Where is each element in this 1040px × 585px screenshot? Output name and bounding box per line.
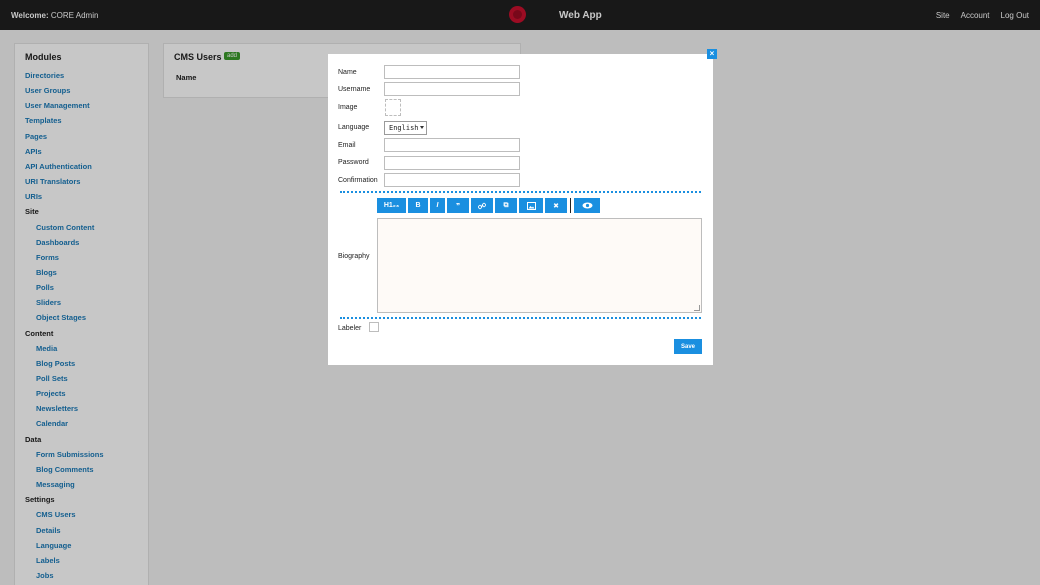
confirmation-input[interactable] [384, 173, 520, 187]
language-select[interactable]: English [384, 121, 427, 135]
eye-icon [582, 202, 592, 209]
quote-icon: ❞ [455, 202, 461, 210]
biography-textarea[interactable] [377, 218, 702, 313]
copy-button[interactable]: ⧉ [495, 198, 517, 213]
username-label: Username [338, 86, 371, 93]
name-input[interactable] [384, 65, 520, 79]
labeler-checkbox[interactable] [369, 322, 379, 332]
image-upload[interactable] [385, 99, 401, 116]
copy-icon: ⧉ [503, 201, 509, 209]
italic-button[interactable]: I [430, 198, 445, 213]
link-button[interactable] [471, 198, 493, 213]
clear-formatting-button[interactable]: ✖ [545, 198, 567, 213]
editor-bottom-divider [340, 317, 701, 319]
preview-button[interactable] [574, 198, 600, 213]
email-label: Email [338, 142, 356, 149]
username-input[interactable] [384, 82, 520, 96]
name-label: Name [338, 69, 357, 76]
bold-button[interactable]: B [408, 198, 428, 213]
save-button[interactable]: Save [674, 339, 702, 354]
chevron-down-icon [420, 126, 424, 129]
image-label: Image [338, 104, 358, 111]
user-edit-modal: Name Username Image Language English Ema… [328, 54, 713, 365]
editor-toolbar: H1₂₃ B I ❞ ⧉ ✖ [377, 198, 600, 213]
biography-label: Biography [338, 253, 370, 260]
resize-handle-icon[interactable] [694, 305, 700, 311]
close-icon[interactable]: × [707, 49, 717, 59]
password-input[interactable] [384, 156, 520, 170]
toolbar-separator [570, 198, 571, 213]
quote-button[interactable]: ❞ [447, 198, 469, 213]
password-label: Password [338, 159, 369, 166]
confirmation-label: Confirmation [338, 177, 378, 184]
labeler-label: Labeler [338, 325, 362, 332]
link-icon [478, 202, 486, 209]
image-button[interactable] [519, 198, 543, 213]
clear-icon: ✖ [553, 202, 559, 210]
image-icon [526, 201, 536, 210]
editor-top-divider [340, 191, 701, 193]
language-label: Language [338, 124, 370, 131]
language-select-value: English [389, 124, 419, 132]
email-input[interactable] [384, 138, 520, 152]
heading-button[interactable]: H1₂₃ [377, 198, 406, 213]
